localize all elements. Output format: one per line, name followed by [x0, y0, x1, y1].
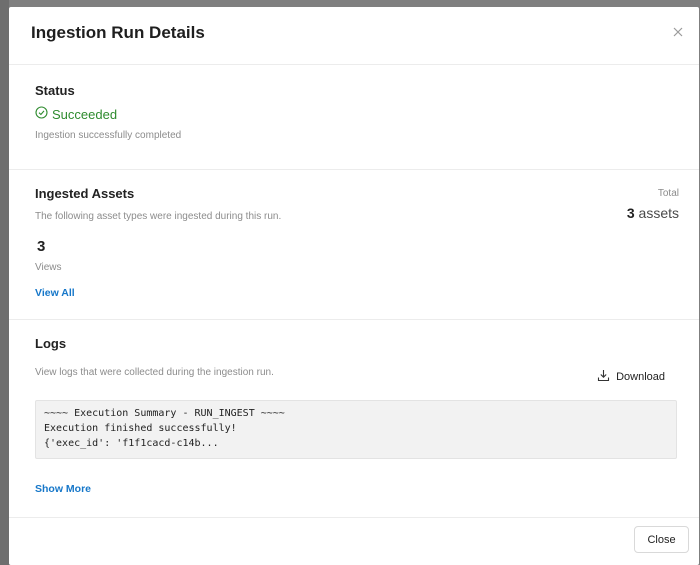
- modal-title: Ingestion Run Details: [31, 23, 205, 42]
- logs-heading: Logs: [35, 336, 67, 351]
- logs-description: View logs that were collected during the…: [35, 367, 274, 378]
- total-label: Total: [657, 188, 679, 199]
- log-line: Execution finished successfully!: [44, 423, 237, 434]
- asset-type-count: 3: [37, 238, 46, 255]
- log-line: {'exec_id': 'f1f1cacd-c14b...: [44, 438, 219, 449]
- ingestion-run-details-modal: Ingestion Run Details Status Succeeded I…: [9, 7, 699, 565]
- total-assets-unit: assets: [638, 205, 679, 221]
- status-message: Ingestion successfully completed: [35, 130, 182, 141]
- logs-section: Logs View logs that were collected durin…: [9, 320, 699, 518]
- modal-header: Ingestion Run Details: [9, 7, 699, 65]
- close-button[interactable]: Close: [634, 526, 689, 553]
- log-output: ~~~~ Execution Summary - RUN_INGEST ~~~~…: [35, 400, 677, 459]
- ingested-assets-section: Ingested Assets The following asset type…: [9, 170, 699, 320]
- view-all-link[interactable]: View All: [35, 287, 75, 299]
- total-assets-value: 3 assets: [627, 205, 679, 221]
- download-label: Download: [616, 371, 665, 383]
- total-assets-count: 3: [626, 205, 635, 221]
- status-indicator: Succeeded: [35, 106, 117, 122]
- ingested-assets-description: The following asset types were ingested …: [35, 211, 282, 222]
- asset-type-name: Views: [35, 262, 62, 273]
- download-icon: [597, 369, 610, 385]
- check-circle-icon: [35, 106, 48, 122]
- status-section: Status Succeeded Ingestion successfully …: [9, 65, 699, 170]
- close-icon[interactable]: [669, 23, 687, 41]
- status-state-text: Succeeded: [52, 106, 118, 122]
- ingested-assets-heading: Ingested Assets: [35, 186, 135, 201]
- show-more-link[interactable]: Show More: [35, 483, 91, 495]
- background-page-edge: [0, 0, 9, 565]
- log-line: ~~~~ Execution Summary - RUN_INGEST ~~~~: [44, 408, 285, 419]
- status-heading: Status: [35, 83, 75, 98]
- download-button[interactable]: Download: [597, 369, 665, 385]
